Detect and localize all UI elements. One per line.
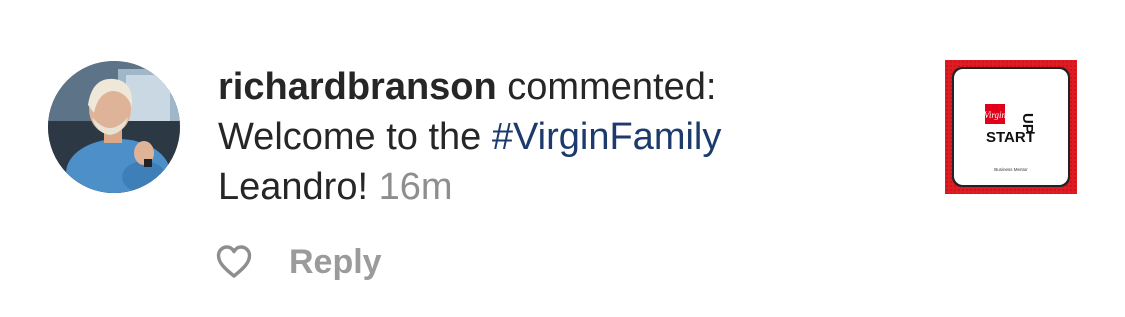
comment-action-text: commented: bbox=[507, 66, 717, 108]
heart-outline-icon[interactable] bbox=[216, 245, 252, 279]
comment-text-after: Leandro! bbox=[218, 166, 369, 208]
reply-button[interactable]: Reply bbox=[289, 243, 382, 282]
up-label: UP bbox=[1019, 113, 1036, 134]
thumbnail-subtitle: Business Mentor bbox=[994, 167, 1028, 172]
comment-timestamp: 16m bbox=[378, 166, 453, 208]
post-thumbnail[interactable]: Virgin START UP Business Mentor bbox=[945, 60, 1077, 194]
comment-body: richardbranson commented: Welcome to the… bbox=[218, 62, 858, 212]
comment-actions: Reply bbox=[216, 240, 382, 284]
logo-word: Virgin bbox=[984, 110, 1006, 120]
comment-notification: richardbranson commented: Welcome to the… bbox=[0, 0, 1125, 317]
comment-text-before: Welcome to the bbox=[218, 116, 482, 158]
user-avatar[interactable] bbox=[48, 61, 180, 193]
username-link[interactable]: richardbranson bbox=[218, 66, 497, 108]
hashtag-link[interactable]: #VirginFamily bbox=[492, 116, 721, 158]
avatar-photo bbox=[48, 61, 180, 193]
